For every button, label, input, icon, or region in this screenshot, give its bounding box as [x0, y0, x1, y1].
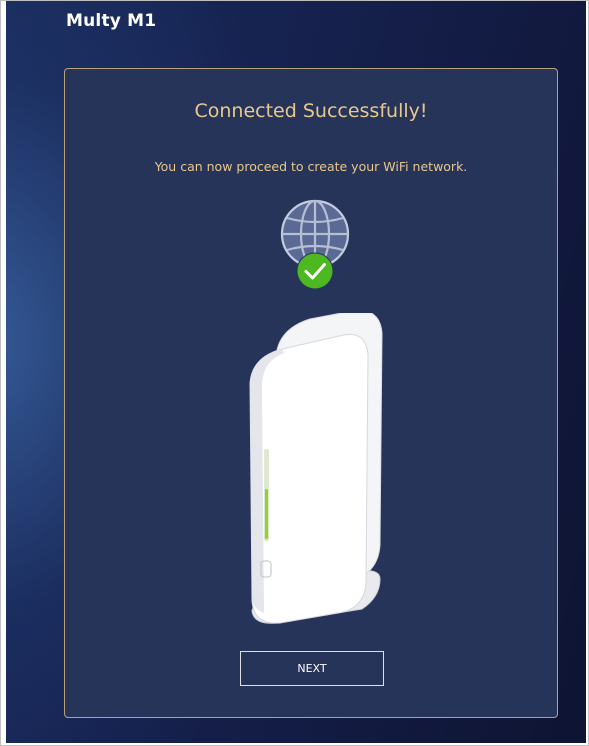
check-circle-icon — [296, 252, 334, 290]
next-button[interactable]: NEXT — [240, 651, 384, 686]
app-background: Multy M1 Connected Successfully! You can… — [6, 1, 586, 743]
screenshot-frame: Multy M1 Connected Successfully! You can… — [0, 0, 589, 746]
page-title: Connected Successfully! — [194, 100, 428, 122]
page-subtitle: You can now proceed to create your WiFi … — [154, 159, 468, 174]
connection-success-card: Connected Successfully! You can now proc… — [64, 68, 558, 718]
internet-status-illustration — [270, 196, 360, 296]
brand-title: Multy M1 — [66, 11, 157, 31]
router-device-illustration — [240, 309, 390, 629]
